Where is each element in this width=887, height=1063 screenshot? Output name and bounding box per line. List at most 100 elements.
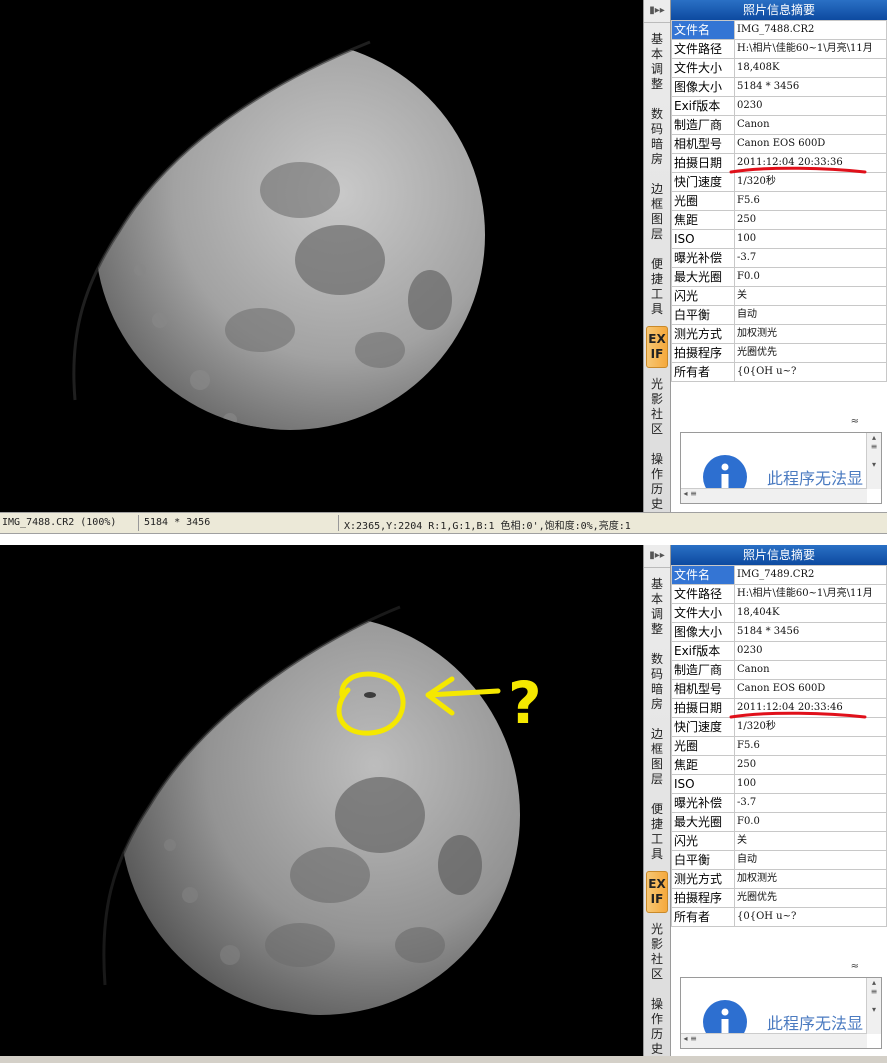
exif-row[interactable]: 制造厂商 Canon — [671, 115, 887, 135]
exif-row[interactable]: 最大光圈 F0.0 — [671, 812, 887, 832]
exif-row[interactable]: 制造厂商 Canon — [671, 660, 887, 680]
panel-title: 照片信息摘要 — [671, 545, 887, 565]
tab-history[interactable]: 操作历史 — [646, 446, 668, 518]
exif-row[interactable]: 最大光圈 F0.0 — [671, 267, 887, 287]
exif-key: 闪光 — [671, 831, 735, 851]
image-viewer-top[interactable] — [0, 0, 643, 512]
exif-key: 相机型号 — [671, 134, 735, 154]
tab-history[interactable]: 操作历史 — [646, 991, 668, 1063]
collapse-icon[interactable]: ≈ — [671, 961, 887, 975]
notice-vscrollbar[interactable]: ▴ ≡ ▾ — [866, 978, 881, 1034]
exif-row[interactable]: 相机型号 Canon EOS 600D — [671, 134, 887, 154]
exif-key: 所有者 — [671, 907, 735, 927]
exif-row[interactable]: 相机型号 Canon EOS 600D — [671, 679, 887, 699]
status-filename: IMG_7488.CR2 (100%) — [2, 517, 117, 528]
exif-key: 快门速度 — [671, 717, 735, 737]
tab-exif[interactable]: EXIF — [646, 326, 668, 368]
exif-key: 制造厂商 — [671, 115, 735, 135]
exif-row[interactable]: 所有者 {0{OH u~? — [671, 907, 887, 927]
collapse-icon[interactable]: ≈ — [671, 416, 887, 430]
exif-value: 加权测光 — [734, 869, 887, 889]
exif-row[interactable]: 闪光关 — [671, 286, 887, 306]
tab-digital-darkroom[interactable]: 数码暗房 — [646, 646, 668, 718]
exif-row[interactable]: 图像大小 5184 * 3456 — [671, 622, 887, 642]
exif-key: 测光方式 — [671, 324, 735, 344]
divider-gap — [0, 534, 887, 545]
exif-value: F0.0 — [734, 812, 887, 832]
exif-value: {0{OH u~? — [734, 907, 887, 927]
moon-photo-bottom: ? — [0, 545, 643, 1056]
panel-collapse-icon[interactable]: ▮▸▸ — [644, 545, 670, 568]
notice-hscrollbar[interactable]: ◂ ≡ — [681, 488, 867, 503]
exif-row[interactable]: 文件路径 H:\相片\佳能60~1\月亮\11月 — [671, 584, 887, 604]
exif-key: 文件名 — [671, 565, 735, 585]
exif-row[interactable]: 文件名 IMG_7489.CR2 — [671, 565, 887, 585]
exif-key: 曝光补偿 — [671, 793, 735, 813]
panel-collapse-icon[interactable]: ▮▸▸ — [644, 0, 670, 23]
exif-row[interactable]: Exif版本 0230 — [671, 641, 887, 661]
exif-row[interactable]: 文件大小 18,404K — [671, 603, 887, 623]
status-image-size: 5184 * 3456 — [144, 517, 211, 528]
exif-row[interactable]: 焦距 250 — [671, 755, 887, 775]
tab-quick-tools[interactable]: 便捷工具 — [646, 796, 668, 868]
exif-table: 文件名 IMG_7488.CR2 文件路径 H:\相片\佳能60~1\月亮\11月 文件… — [671, 20, 887, 382]
exif-value: 0230 — [734, 641, 887, 661]
exif-key: 曝光补偿 — [671, 248, 735, 268]
exif-table: 文件名 IMG_7489.CR2 文件路径 H:\相片\佳能60~1\月亮\11月 文件… — [671, 565, 887, 927]
exif-row[interactable]: 曝光补偿 -3.7 — [671, 248, 887, 268]
status-bar: IMG_7488.CR2 (100%) 5184 * 3456 X:2365,Y… — [0, 512, 887, 534]
status-divider — [138, 515, 139, 531]
tab-basic-adjust[interactable]: 基本调整 — [646, 26, 668, 98]
exif-value: 100 — [734, 774, 887, 794]
exif-value: {0{OH u~? — [734, 362, 887, 382]
exif-row[interactable]: 测光方式 加权测光 — [671, 324, 887, 344]
exif-row[interactable]: 光圈 F5.6 — [671, 736, 887, 756]
tab-exif[interactable]: EXIF — [646, 871, 668, 913]
exif-value: 250 — [734, 210, 887, 230]
exif-value: F5.6 — [734, 736, 887, 756]
exif-value: H:\相片\佳能60~1\月亮\11月 — [734, 584, 887, 604]
tab-community[interactable]: 光影社区 — [646, 371, 668, 443]
image-viewer-bottom[interactable]: ? — [0, 545, 643, 1056]
exif-value: Canon EOS 600D — [734, 679, 887, 699]
exif-row[interactable]: 图像大小 5184 * 3456 — [671, 77, 887, 97]
exif-row[interactable]: ISO 100 — [671, 774, 887, 794]
exif-row[interactable]: 白平衡 自动 — [671, 850, 887, 870]
notice-hscrollbar[interactable]: ◂ ≡ — [681, 1033, 867, 1048]
exif-value: 18,404K — [734, 603, 887, 623]
tab-border-layer[interactable]: 边框图层 — [646, 176, 668, 248]
exif-row[interactable]: 曝光补偿 -3.7 — [671, 793, 887, 813]
exif-key: 拍摄日期 — [671, 153, 735, 173]
top-pane: ▮▸▸ 基本调整 数码暗房 边框图层 便捷工具 EXIF 光影社区 操作历史 照… — [0, 0, 887, 512]
tab-digital-darkroom[interactable]: 数码暗房 — [646, 101, 668, 173]
exif-row[interactable]: 文件名 IMG_7488.CR2 — [671, 20, 887, 40]
exif-row[interactable]: 所有者 {0{OH u~? — [671, 362, 887, 382]
exif-row[interactable]: 文件大小 18,408K — [671, 58, 887, 78]
exif-row[interactable]: ISO 100 — [671, 229, 887, 249]
exif-value: IMG_7489.CR2 — [734, 565, 887, 585]
exif-row[interactable]: 白平衡 自动 — [671, 305, 887, 325]
tab-border-layer[interactable]: 边框图层 — [646, 721, 668, 793]
notice-box: 此程序无法显 ▴ ≡ ▾ ◂ ≡ — [680, 432, 882, 504]
exif-row[interactable]: 测光方式 加权测光 — [671, 869, 887, 889]
notice-box: 此程序无法显 ▴ ≡ ▾ ◂ ≡ — [680, 977, 882, 1049]
exif-key: 拍摄程序 — [671, 888, 735, 908]
tab-quick-tools[interactable]: 便捷工具 — [646, 251, 668, 323]
exif-row[interactable]: 焦距 250 — [671, 210, 887, 230]
tab-community[interactable]: 光影社区 — [646, 916, 668, 988]
notice-vscrollbar[interactable]: ▴ ≡ ▾ — [866, 433, 881, 489]
exif-row[interactable]: 闪光关 — [671, 831, 887, 851]
exif-panel-bottom: 照片信息摘要 文件名 IMG_7489.CR2 文件路径 H:\相片\佳能60~1\月… — [671, 545, 887, 1056]
tab-basic-adjust[interactable]: 基本调整 — [646, 571, 668, 643]
exif-row[interactable]: 拍摄程序 光圈优先 — [671, 888, 887, 908]
exif-row[interactable]: 拍摄程序 光圈优先 — [671, 343, 887, 363]
exif-value: 100 — [734, 229, 887, 249]
exif-value: Canon EOS 600D — [734, 134, 887, 154]
exif-row[interactable]: 文件路径 H:\相片\佳能60~1\月亮\11月 — [671, 39, 887, 59]
exif-key: ISO — [671, 774, 735, 794]
exif-key: 焦距 — [671, 210, 735, 230]
exif-row[interactable]: 光圈 F5.6 — [671, 191, 887, 211]
exif-value: H:\相片\佳能60~1\月亮\11月 — [734, 39, 887, 59]
exif-row[interactable]: Exif版本 0230 — [671, 96, 887, 116]
exif-value: F0.0 — [734, 267, 887, 287]
